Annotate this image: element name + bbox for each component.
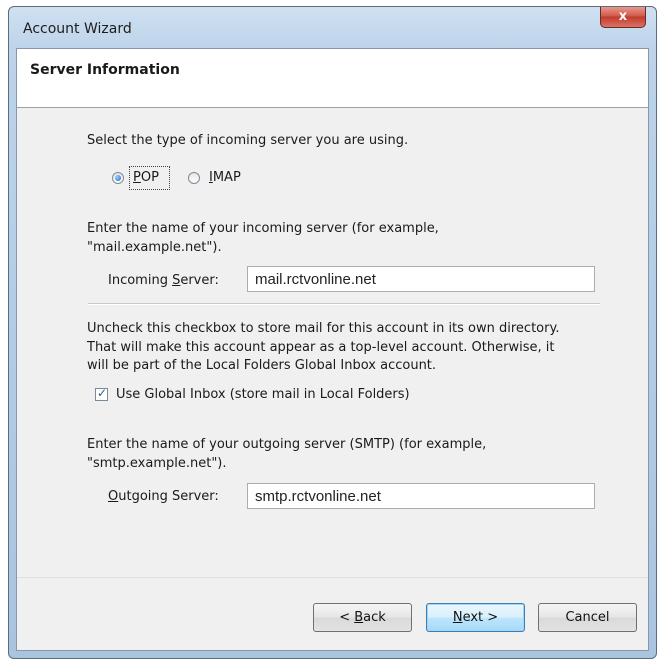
pop-radio-label[interactable]: POP — [133, 170, 159, 185]
server-type-prompt: Select the type of incoming server you a… — [87, 133, 409, 148]
incoming-server-label: Incoming Server: — [108, 273, 219, 288]
outgoing-server-label: Outgoing Server: — [108, 489, 219, 504]
account-wizard-window: Account Wizard x Server Information Sele… — [8, 6, 657, 659]
footer-divider — [17, 577, 648, 578]
next-button[interactable]: Next > — [426, 603, 525, 632]
incoming-server-input[interactable] — [247, 266, 595, 292]
close-button[interactable]: x — [600, 7, 646, 28]
pop-radio[interactable] — [112, 172, 124, 184]
incoming-description-line1: Enter the name of your incoming server (… — [87, 221, 439, 236]
radio-selected-dot — [115, 175, 121, 181]
imap-radio[interactable] — [188, 172, 200, 184]
close-icon: x — [618, 9, 628, 24]
cancel-button[interactable]: Cancel — [538, 603, 637, 632]
wizard-client-area: Server Information Select the type of in… — [16, 48, 649, 651]
incoming-description-line2: "mail.example.net"). — [87, 240, 222, 255]
global-inbox-checkbox-label[interactable]: Use Global Inbox (store mail in Local Fo… — [116, 387, 410, 402]
outgoing-description-line1: Enter the name of your outgoing server (… — [87, 437, 487, 452]
section-separator — [88, 303, 600, 305]
imap-radio-label[interactable]: IMAP — [209, 170, 241, 185]
back-button[interactable]: < Back — [313, 603, 412, 632]
global-inbox-description-line3: will be part of the Local Folders Global… — [87, 358, 437, 373]
outgoing-server-input[interactable] — [247, 483, 595, 509]
outgoing-description-line2: "smtp.example.net"). — [87, 456, 227, 471]
page-title: Server Information — [30, 62, 180, 78]
global-inbox-description-line1: Uncheck this checkbox to store mail for … — [87, 321, 560, 336]
global-inbox-description-line2: That will make this account appear as a … — [87, 340, 555, 355]
checkmark-icon: ✓ — [96, 386, 108, 400]
window-title: Account Wizard — [23, 21, 132, 37]
global-inbox-checkbox[interactable]: ✓ — [95, 386, 108, 401]
title-bar[interactable]: Account Wizard x — [9, 7, 656, 51]
wizard-header: Server Information — [17, 49, 648, 108]
